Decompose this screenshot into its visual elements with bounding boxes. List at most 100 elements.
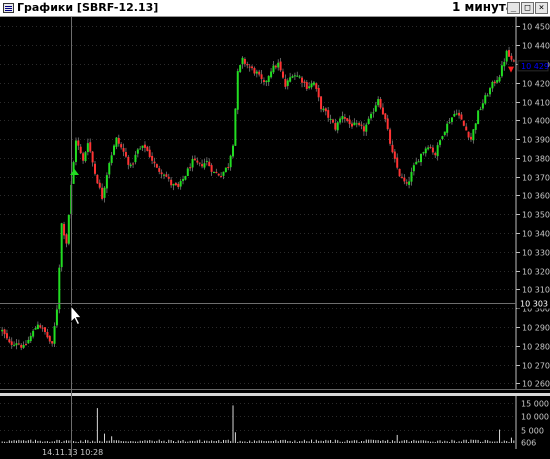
- last-volume-label: 606: [521, 438, 536, 447]
- candle-up: [422, 152, 425, 154]
- candle-up: [139, 148, 142, 150]
- candle-down: [24, 343, 27, 345]
- time-axis-label: 14.11.13 10:28: [42, 448, 103, 457]
- title-bar[interactable]: Графики [SBRF-12.13] 1 минута _ □ ×: [0, 0, 550, 17]
- candle-down: [143, 144, 146, 148]
- candle-down: [246, 63, 249, 66]
- candle-up: [410, 171, 413, 182]
- candle-up: [129, 164, 132, 167]
- candle-down: [160, 172, 163, 175]
- candle-up: [172, 183, 175, 186]
- price-tick-label: 10 340: [522, 230, 550, 239]
- candle-up: [239, 65, 242, 72]
- candle-down: [460, 114, 463, 120]
- candle-up: [255, 71, 258, 74]
- candle-up: [84, 152, 87, 162]
- candle-up: [53, 326, 56, 344]
- candle-up: [436, 145, 439, 157]
- candle-up: [186, 168, 189, 177]
- candle-up: [110, 155, 113, 163]
- candle-up: [212, 172, 215, 174]
- candle-down: [5, 333, 8, 339]
- candle-down: [429, 146, 432, 148]
- candle-up: [446, 123, 449, 133]
- candle-down: [39, 325, 42, 328]
- candle-up: [141, 145, 144, 148]
- candle-down: [393, 151, 396, 159]
- price-chart[interactable]: 10 45010 44010 43010 42010 41010 40010 3…: [0, 17, 550, 459]
- candle-down: [155, 164, 158, 168]
- candle-down: [379, 98, 382, 108]
- price-tick-label: 10 330: [522, 249, 550, 258]
- candle-up: [22, 345, 25, 348]
- candle-up: [336, 122, 339, 131]
- candle-up: [34, 328, 37, 330]
- candle-down: [458, 112, 461, 116]
- candle-down: [279, 61, 282, 71]
- candle-up: [136, 149, 139, 154]
- candle-up: [481, 103, 484, 109]
- candle-down: [77, 140, 80, 146]
- candle-down: [400, 176, 403, 178]
- candle-up: [293, 75, 296, 77]
- candle-down: [98, 182, 101, 188]
- candle-down: [127, 156, 130, 165]
- candle-down: [253, 68, 256, 74]
- candle-up: [505, 50, 508, 62]
- window-title: Графики [SBRF-12.13]: [17, 1, 159, 14]
- candle-down: [51, 341, 54, 344]
- candle-down: [44, 327, 47, 332]
- candle-down: [251, 66, 254, 69]
- candle-down: [467, 131, 470, 138]
- candle-up: [163, 174, 166, 176]
- maximize-button[interactable]: □: [521, 2, 534, 14]
- candle-up: [229, 155, 232, 168]
- candle-up: [232, 145, 235, 157]
- candle-down: [434, 153, 437, 156]
- candle-up: [329, 118, 332, 120]
- candle-up: [455, 113, 458, 115]
- price-tick-label: 10 440: [522, 42, 550, 51]
- candle-up: [453, 114, 456, 117]
- price-tick-label: 10 270: [522, 362, 550, 371]
- candle-up: [296, 75, 299, 77]
- candle-down: [41, 327, 44, 329]
- candle-down: [258, 71, 261, 75]
- candle-down: [101, 187, 104, 199]
- candle-down: [248, 66, 251, 68]
- candle-up: [15, 343, 18, 346]
- candle-down: [469, 136, 472, 140]
- timeframe-label[interactable]: 1 минута: [452, 0, 514, 14]
- candle-up: [377, 99, 380, 106]
- price-tick-label: 10 380: [522, 155, 550, 164]
- candle-up: [134, 154, 137, 163]
- candle-down: [17, 343, 20, 345]
- price-tick-label: 10 350: [522, 211, 550, 220]
- price-tick-label: 10 420: [522, 80, 550, 89]
- close-button[interactable]: ×: [535, 2, 548, 14]
- candle-down: [403, 177, 406, 182]
- candle-down: [396, 157, 399, 168]
- candle-up: [29, 335, 32, 342]
- candle-up: [441, 136, 444, 139]
- grid-lines: [0, 17, 550, 449]
- candle-down: [260, 74, 263, 80]
- candle-up: [113, 145, 116, 155]
- candle-down: [146, 146, 149, 151]
- candle-down: [301, 77, 304, 83]
- candle-up: [486, 95, 489, 97]
- price-tick-label: 10 370: [522, 174, 550, 183]
- volume-tick-label: 10 000: [521, 413, 549, 422]
- candle-down: [343, 117, 346, 119]
- candle-down: [8, 339, 11, 343]
- candle-down: [124, 152, 127, 157]
- candle-down: [360, 124, 363, 126]
- price-tick-label: 10 400: [522, 117, 550, 126]
- minimize-button[interactable]: _: [507, 2, 520, 14]
- candle-down: [508, 50, 511, 57]
- candle-up: [450, 117, 453, 122]
- candle-down: [227, 166, 230, 168]
- candle-up: [308, 86, 311, 89]
- candle-up: [484, 95, 487, 104]
- candle-up: [491, 81, 494, 89]
